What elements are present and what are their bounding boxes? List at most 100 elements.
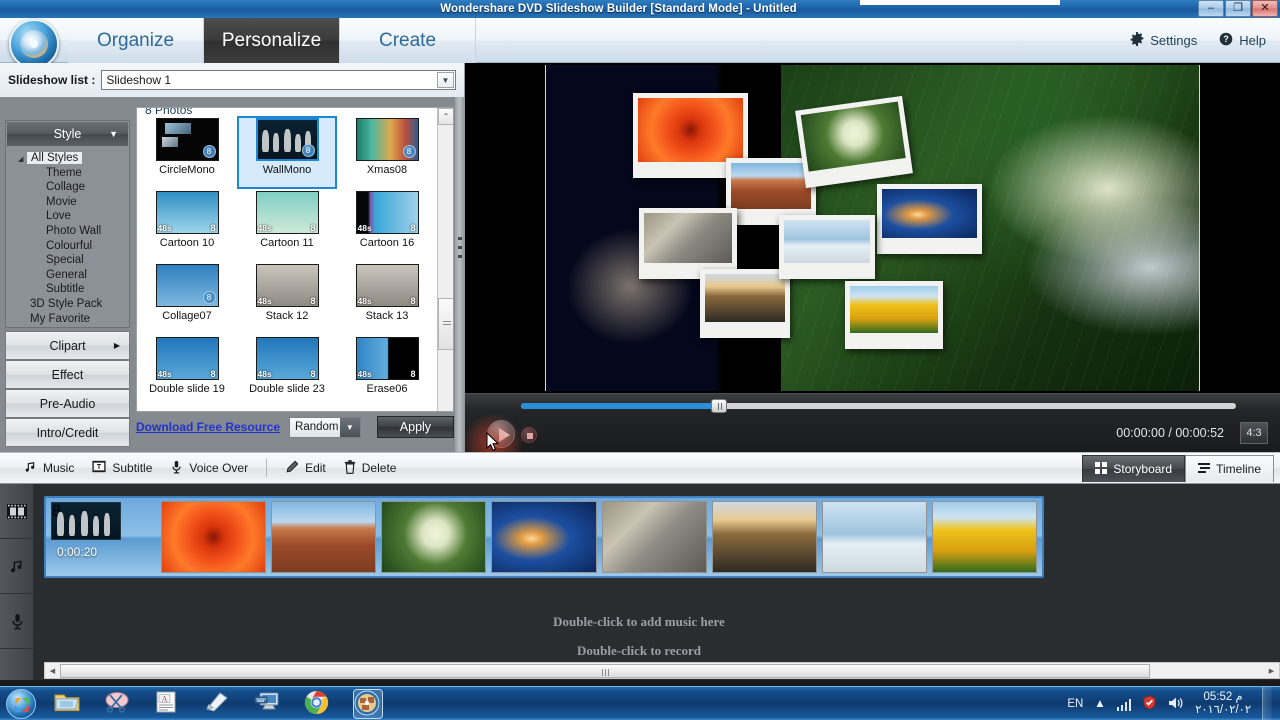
personalize-left-panel: Style ▼ ◢ All Styles Theme Collage Movie … xyxy=(0,97,465,452)
style-item-xmas08[interactable]: 8 Xmas08 xyxy=(337,116,437,189)
intro-credit-button[interactable]: Intro/Credit xyxy=(5,418,130,447)
tree-item-subtitle[interactable]: Subtitle xyxy=(6,282,129,297)
tree-item-collage[interactable]: Collage xyxy=(6,180,129,195)
style-item-erase06[interactable]: 48s 8 Erase06 xyxy=(337,335,437,408)
subtitle-button[interactable]: T Subtitle xyxy=(92,460,152,476)
tree-item-love[interactable]: Love xyxy=(6,209,129,224)
language-indicator[interactable]: EN xyxy=(1067,698,1083,710)
slideshow-list-combobox[interactable]: Slideshow 1 ▼ xyxy=(101,70,456,90)
tree-item-movie[interactable]: Movie xyxy=(6,195,129,210)
style-duration-label: 48s xyxy=(357,296,372,306)
tree-item-theme[interactable]: Theme xyxy=(6,166,129,181)
tree-item-3d-style-pack[interactable]: 3D Style Pack xyxy=(6,297,129,312)
storyboard-track[interactable]: 8 0:00:20 xyxy=(44,496,1044,578)
volume-icon[interactable] xyxy=(1168,696,1184,713)
photo-count-badge: 8 xyxy=(202,145,216,158)
voice-over-button[interactable]: Voice Over xyxy=(170,460,248,477)
tree-item-my-favorite[interactable]: My Favorite xyxy=(6,312,129,327)
settings-label: Settings xyxy=(1150,33,1198,48)
delete-button[interactable]: Delete xyxy=(344,459,396,477)
seek-slider[interactable] xyxy=(521,399,1236,413)
download-free-resource-link[interactable]: Download Free Resource xyxy=(136,420,280,434)
storyboard-clip-canyon[interactable] xyxy=(271,501,377,573)
music-note-icon[interactable] xyxy=(0,539,34,594)
storyboard-clip-koala[interactable] xyxy=(601,501,707,573)
style-item-stack12[interactable]: 48s 8 Stack 12 xyxy=(237,262,337,335)
horizontal-scrollbar[interactable]: ◀ ▶ xyxy=(44,662,1280,679)
style-item-cartoon16[interactable]: 48s 8 Cartoon 16 xyxy=(337,189,437,262)
tab-create[interactable]: Create xyxy=(340,18,476,63)
storyboard-clip-penguins[interactable] xyxy=(821,501,927,573)
transition-combobox[interactable]: Random ▼ xyxy=(289,416,361,438)
style-item-wallmono[interactable]: 8 WallMono xyxy=(237,116,337,189)
storyboard-clip-tulips[interactable] xyxy=(931,501,1037,573)
style-item-double-slide-19[interactable]: 48s 8 Double slide 19 xyxy=(137,335,237,408)
chrome-icon[interactable] xyxy=(304,690,332,718)
style-item-label: Double slide 23 xyxy=(249,383,325,395)
chevron-down-icon[interactable]: ▼ xyxy=(339,417,360,437)
edit-button[interactable]: Edit xyxy=(285,460,326,477)
minimize-button[interactable]: – xyxy=(1198,0,1224,17)
scroll-left-button[interactable]: ◀ xyxy=(45,663,60,678)
chevron-down-icon[interactable]: ▼ xyxy=(109,129,118,139)
style-item-stack13[interactable]: 48s 8 Stack 13 xyxy=(337,262,437,335)
apply-button[interactable]: Apply xyxy=(376,416,454,438)
notepad-icon[interactable] xyxy=(204,690,232,718)
storyboard-clip-red-flower[interactable] xyxy=(161,501,267,573)
tree-item-all-styles[interactable]: ◢ All Styles xyxy=(6,151,129,166)
style-item-cartoon11[interactable]: 48s 8 Cartoon 11 xyxy=(237,189,337,262)
style-item-collage07[interactable]: 8 Collage07 xyxy=(137,262,237,335)
tree-item-photo-wall[interactable]: Photo Wall xyxy=(6,224,129,239)
style-duration-label: 48s xyxy=(257,369,272,379)
pre-audio-button[interactable]: Pre-Audio xyxy=(5,389,130,418)
style-item-label: CircleMono xyxy=(159,164,215,176)
film-strip-icon[interactable] xyxy=(0,484,34,539)
clock[interactable]: 05:52 م ٢٠١٦/٠٢/٠٢ xyxy=(1195,691,1251,717)
expander-icon[interactable]: ◢ xyxy=(18,153,27,168)
settings-button[interactable]: Settings xyxy=(1130,32,1197,49)
remote-desktop-icon[interactable] xyxy=(254,690,282,718)
windows-orb-icon[interactable] xyxy=(6,688,36,719)
tab-personalize[interactable]: Personalize xyxy=(204,18,340,63)
scroll-right-button[interactable]: ▶ xyxy=(1264,663,1279,678)
scroll-up-button[interactable]: ⌃ xyxy=(438,108,453,125)
show-hidden-icons-button[interactable]: ▲ xyxy=(1094,698,1105,710)
close-button[interactable]: ✕ xyxy=(1252,0,1278,17)
chevron-down-icon[interactable]: ▼ xyxy=(437,72,454,88)
scrollbar-thumb[interactable] xyxy=(60,664,1150,678)
stop-icon[interactable] xyxy=(521,427,537,443)
scrollbar-thumb[interactable] xyxy=(438,298,453,350)
style-panel-header[interactable]: Style ▼ xyxy=(7,122,128,146)
seek-handle[interactable] xyxy=(711,399,727,413)
tab-organize[interactable]: Organize xyxy=(68,18,204,63)
tree-item-general[interactable]: General xyxy=(6,268,129,283)
storyboard-clip-hydrangea[interactable] xyxy=(381,501,487,573)
music-button[interactable]: Music xyxy=(24,460,74,476)
antivirus-icon[interactable] xyxy=(1142,695,1157,713)
network-icon[interactable] xyxy=(1116,698,1132,711)
tree-item-colourful[interactable]: Colourful xyxy=(6,239,129,254)
tab-storyboard[interactable]: Storyboard xyxy=(1082,455,1186,482)
file-explorer-icon[interactable] xyxy=(54,690,82,718)
style-grid-scrollbar[interactable]: ⌃ ⌄ xyxy=(437,108,453,411)
dvd-slideshow-builder-icon[interactable] xyxy=(353,688,383,719)
microphone-icon[interactable] xyxy=(0,594,34,649)
storyboard-clip-castle[interactable] xyxy=(711,501,817,573)
style-item-cartoon10[interactable]: 48s 8 Cartoon 10 xyxy=(137,189,237,262)
style-item-circlemono[interactable]: 8 CircleMono xyxy=(137,116,237,189)
storyboard-clip-jellyfish[interactable] xyxy=(491,501,597,573)
effect-button[interactable]: Effect xyxy=(5,360,130,389)
help-button[interactable]: ? Help xyxy=(1219,32,1266,49)
storyboard-style-clip[interactable]: 8 0:00:20 xyxy=(51,501,156,573)
audio-drop-area[interactable]: Double-click to add music here Double-cl… xyxy=(44,588,1234,658)
clipart-button[interactable]: Clipart ▶ xyxy=(5,331,130,360)
panel-splitter[interactable] xyxy=(455,97,465,452)
aspect-ratio-button[interactable]: 4:3 xyxy=(1240,422,1268,444)
show-desktop-button[interactable] xyxy=(1262,687,1272,720)
tab-timeline[interactable]: Timeline xyxy=(1185,455,1274,482)
style-item-double-slide-23[interactable]: 48s 8 Double slide 23 xyxy=(237,335,337,408)
maximize-button[interactable]: ❐ xyxy=(1225,0,1251,17)
tree-item-special[interactable]: Special xyxy=(6,253,129,268)
snipping-tool-icon[interactable] xyxy=(104,690,132,718)
word-document-icon[interactable]: A xyxy=(154,690,182,718)
